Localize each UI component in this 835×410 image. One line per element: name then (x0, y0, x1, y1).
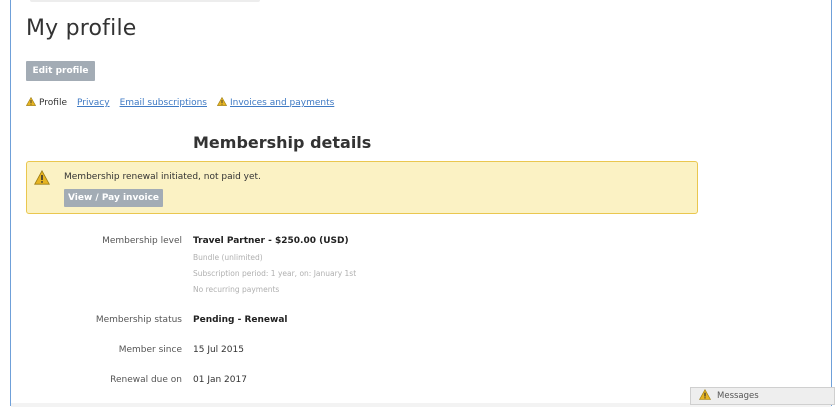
membership-level-label: Membership level (102, 236, 182, 246)
page-title: My profile (26, 16, 137, 41)
membership-status-value: Pending - Renewal (193, 315, 288, 325)
notice-text: Membership renewal initiated, not paid y… (64, 172, 261, 182)
tab-email-subscriptions[interactable]: Email subscriptions (120, 98, 207, 108)
tab-invoices-payments-label[interactable]: Invoices and payments (230, 98, 334, 108)
messages-label: Messages (717, 391, 759, 401)
renewal-due-label: Renewal due on (110, 375, 182, 385)
tab-email-subscriptions-label[interactable]: Email subscriptions (120, 98, 207, 108)
renewal-due-value: 01 Jan 2017 (193, 375, 247, 385)
warning-icon (698, 388, 712, 403)
membership-status-label: Membership status (95, 315, 182, 325)
member-since-label: Member since (118, 345, 182, 355)
tab-privacy-label[interactable]: Privacy (77, 98, 110, 108)
messages-button[interactable]: Messages (690, 387, 835, 405)
membership-level-period: Subscription period: 1 year, on: January… (193, 269, 357, 278)
view-pay-invoice-button[interactable]: View / Pay invoice (64, 189, 163, 207)
warning-icon (25, 96, 37, 109)
member-since-value: 15 Jul 2015 (193, 345, 244, 355)
tab-profile[interactable]: Profile (25, 96, 67, 109)
renewal-notice: Membership renewal initiated, not paid y… (26, 161, 698, 214)
tab-invoices-payments[interactable]: Invoices and payments (216, 96, 334, 109)
edit-profile-button[interactable]: Edit profile (26, 61, 95, 81)
membership-level-bundle: Bundle (unlimited) (193, 253, 263, 262)
tab-privacy[interactable]: Privacy (77, 98, 110, 108)
tab-profile-label: Profile (39, 98, 67, 108)
warning-icon (34, 169, 50, 189)
section-title: Membership details (193, 133, 372, 152)
profile-tabs: Profile Privacy Email subscriptions Invo… (25, 95, 344, 111)
membership-level-value: Travel Partner - $250.00 (USD) (193, 236, 349, 246)
warning-icon (216, 96, 228, 109)
membership-level-recurring: No recurring payments (193, 285, 280, 294)
